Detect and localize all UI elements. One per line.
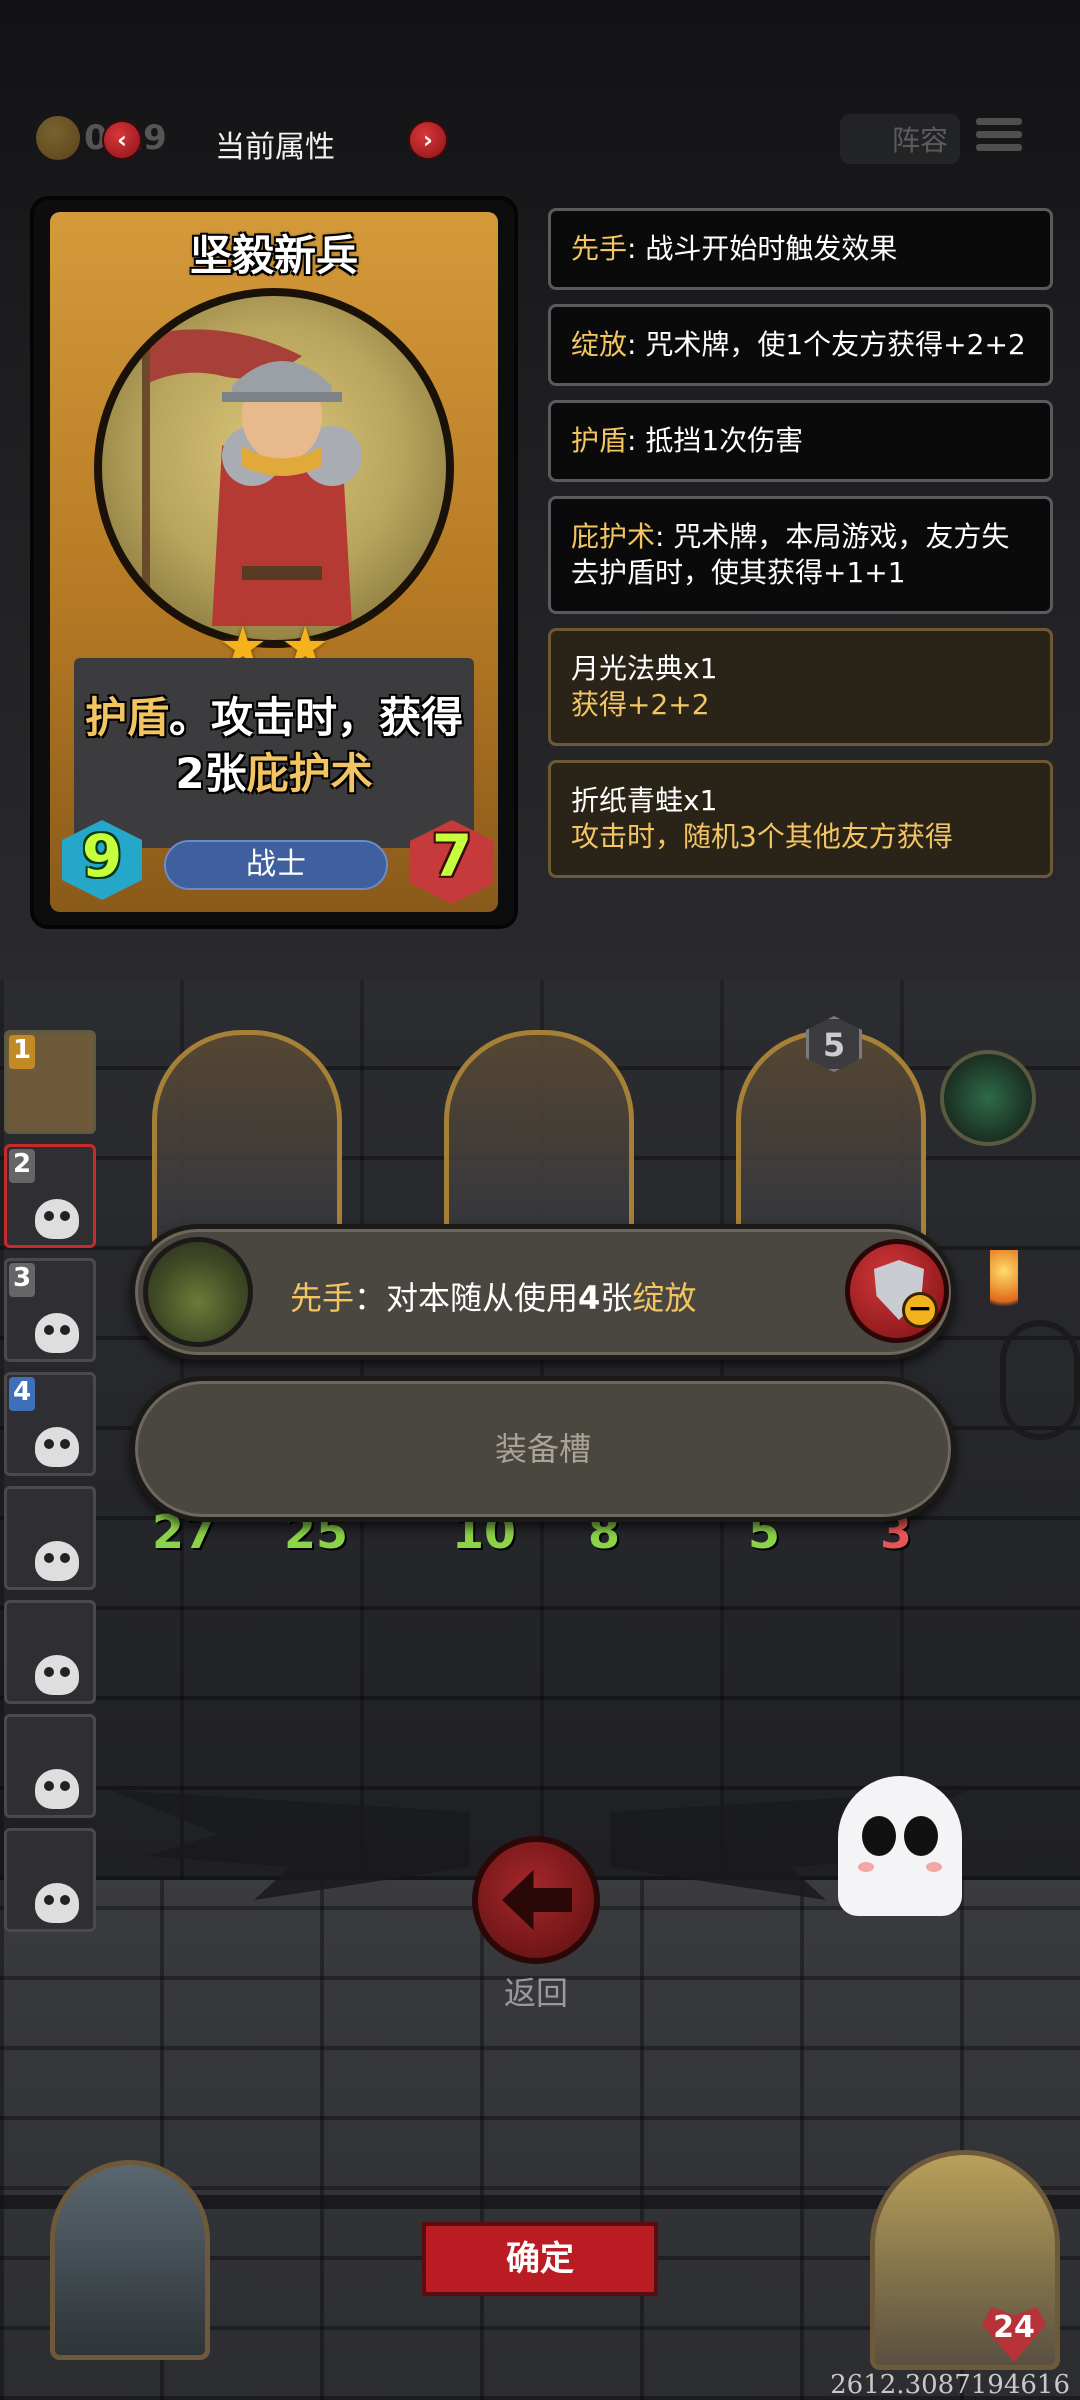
- back-button[interactable]: [472, 1836, 600, 1964]
- side-minion-list: 1 2 3 4: [4, 1030, 104, 1942]
- skull-icon: [35, 1541, 79, 1581]
- side-list-item[interactable]: 2: [4, 1144, 96, 1248]
- effect-text-part: 张: [600, 1279, 633, 1317]
- equipment-slot[interactable]: 装备槽: [130, 1376, 956, 1522]
- menu-icon[interactable]: [976, 118, 1022, 158]
- effect-keyword[interactable]: 绽放: [632, 1279, 696, 1317]
- description-item: 绽放: 咒术牌，使1个友方获得+2+2: [548, 304, 1053, 386]
- chain-decoration: [1000, 1320, 1080, 1440]
- ability-text-part: 2张: [175, 749, 247, 798]
- description-text: 战斗开始时触发效果: [645, 232, 898, 265]
- player-health: 24: [993, 2310, 1035, 2345]
- description-key: 庇护术: [571, 520, 656, 553]
- coin-icon: [36, 116, 80, 160]
- plant-effect-icon: [143, 1237, 253, 1347]
- effect-panel: 先手：对本随从使用4张绽放 −: [130, 1224, 956, 1360]
- effect-text: 先手：对本随从使用4张绽放: [290, 1273, 696, 1319]
- side-list-item[interactable]: [4, 1486, 96, 1590]
- side-list-item[interactable]: [4, 1600, 96, 1704]
- side-list-item[interactable]: 3: [4, 1258, 96, 1362]
- side-item-number: 1: [9, 1035, 35, 1069]
- torch-icon: [990, 1250, 1018, 1320]
- description-sep: :: [627, 328, 646, 361]
- effect-colon: ：: [354, 1279, 387, 1317]
- card-name: 坚毅新兵: [189, 231, 358, 280]
- lineup-button[interactable]: 阵容: [840, 114, 960, 164]
- effect-text-part: 对本随从使用: [386, 1279, 579, 1317]
- previous-button[interactable]: ‹: [102, 120, 142, 160]
- equipment-item: 月光法典x1 获得+2+2: [548, 628, 1053, 746]
- minus-icon: −: [902, 1292, 938, 1328]
- side-list-item[interactable]: [4, 1828, 96, 1932]
- coordinate-readout: 2612.3087194616: [830, 2370, 1070, 2400]
- description-sep: :: [627, 232, 646, 265]
- skull-icon: [35, 1199, 79, 1239]
- equipment-item: 折纸青蛙x1 攻击时，随机3个其他友方获得: [548, 760, 1053, 878]
- ghost-mascot: [838, 1776, 962, 1916]
- description-text: 抵挡1次伤害: [645, 424, 804, 457]
- minion-card: 坚毅新兵 ★ ★ 护盾。攻击时，获得 2张庇护术 9 战士 7: [34, 200, 514, 925]
- remove-shield-button[interactable]: −: [845, 1239, 949, 1343]
- back-label: 返回: [503, 1974, 568, 2012]
- description-text: 咒术牌，使1个友方获得+2+2: [645, 328, 1026, 361]
- skull-icon: [35, 1313, 79, 1353]
- class-label: 战士: [164, 840, 388, 890]
- back-arrow-icon: [502, 1870, 572, 1930]
- top-bar: 0 19 ‹ 当前属性 › 阵容: [0, 110, 1080, 170]
- confirm-button[interactable]: 确定: [422, 2222, 658, 2296]
- equipment-title: 折纸青蛙x1: [571, 784, 718, 817]
- attack-value: 9: [81, 822, 123, 890]
- keyword-sanctuary[interactable]: 庇护术: [247, 749, 373, 798]
- side-item-number: 4: [9, 1377, 35, 1411]
- skull-icon: [35, 1769, 79, 1809]
- effect-number: 4: [578, 1279, 601, 1317]
- description-sep: :: [655, 520, 674, 553]
- description-sep: :: [627, 424, 646, 457]
- opponent-portrait[interactable]: [50, 2160, 210, 2360]
- skull-icon: [35, 1427, 79, 1467]
- description-item: 护盾: 抵挡1次伤害: [548, 400, 1053, 482]
- ability-text-part: 。攻击时，获得: [169, 693, 464, 742]
- keyword-description-list[interactable]: 先手: 战斗开始时触发效果 绽放: 咒术牌，使1个友方获得+2+2 护盾: 抵挡…: [548, 208, 1053, 950]
- equipment-text: 获得+2+2: [571, 688, 710, 721]
- equipment-text: 攻击时，随机3个其他友方获得: [571, 820, 953, 853]
- side-item-number: 2: [9, 1149, 35, 1183]
- description-item: 先手: 战斗开始时触发效果: [548, 208, 1053, 290]
- skull-icon: [35, 1655, 79, 1695]
- side-item-number: 3: [9, 1263, 35, 1297]
- side-list-item[interactable]: 1: [4, 1030, 96, 1134]
- keyword-shield[interactable]: 护盾: [85, 693, 169, 742]
- equipment-title: 月光法典x1: [571, 652, 718, 685]
- ability-text: 护盾。攻击时，获得 2张庇护术: [74, 690, 474, 802]
- card-portrait: [94, 288, 454, 648]
- description-key: 绽放: [571, 328, 628, 361]
- next-button[interactable]: ›: [408, 120, 448, 160]
- soldier-portrait-icon: [142, 329, 362, 636]
- effect-key: 先手: [290, 1279, 355, 1317]
- description-key: 先手: [571, 232, 628, 265]
- skull-icon: [35, 1883, 79, 1923]
- side-list-item[interactable]: [4, 1714, 96, 1818]
- description-key: 护盾: [571, 424, 628, 457]
- frog-token-icon[interactable]: [940, 1050, 1036, 1146]
- health-value: 7: [431, 822, 473, 890]
- lineup-label: 阵容: [891, 124, 948, 157]
- page-title: 当前属性: [215, 130, 335, 165]
- description-item: 庇护术: 咒术牌，本局游戏，友方失去护盾时，使其获得+1+1: [548, 496, 1053, 614]
- side-list-item[interactable]: 4: [4, 1372, 96, 1476]
